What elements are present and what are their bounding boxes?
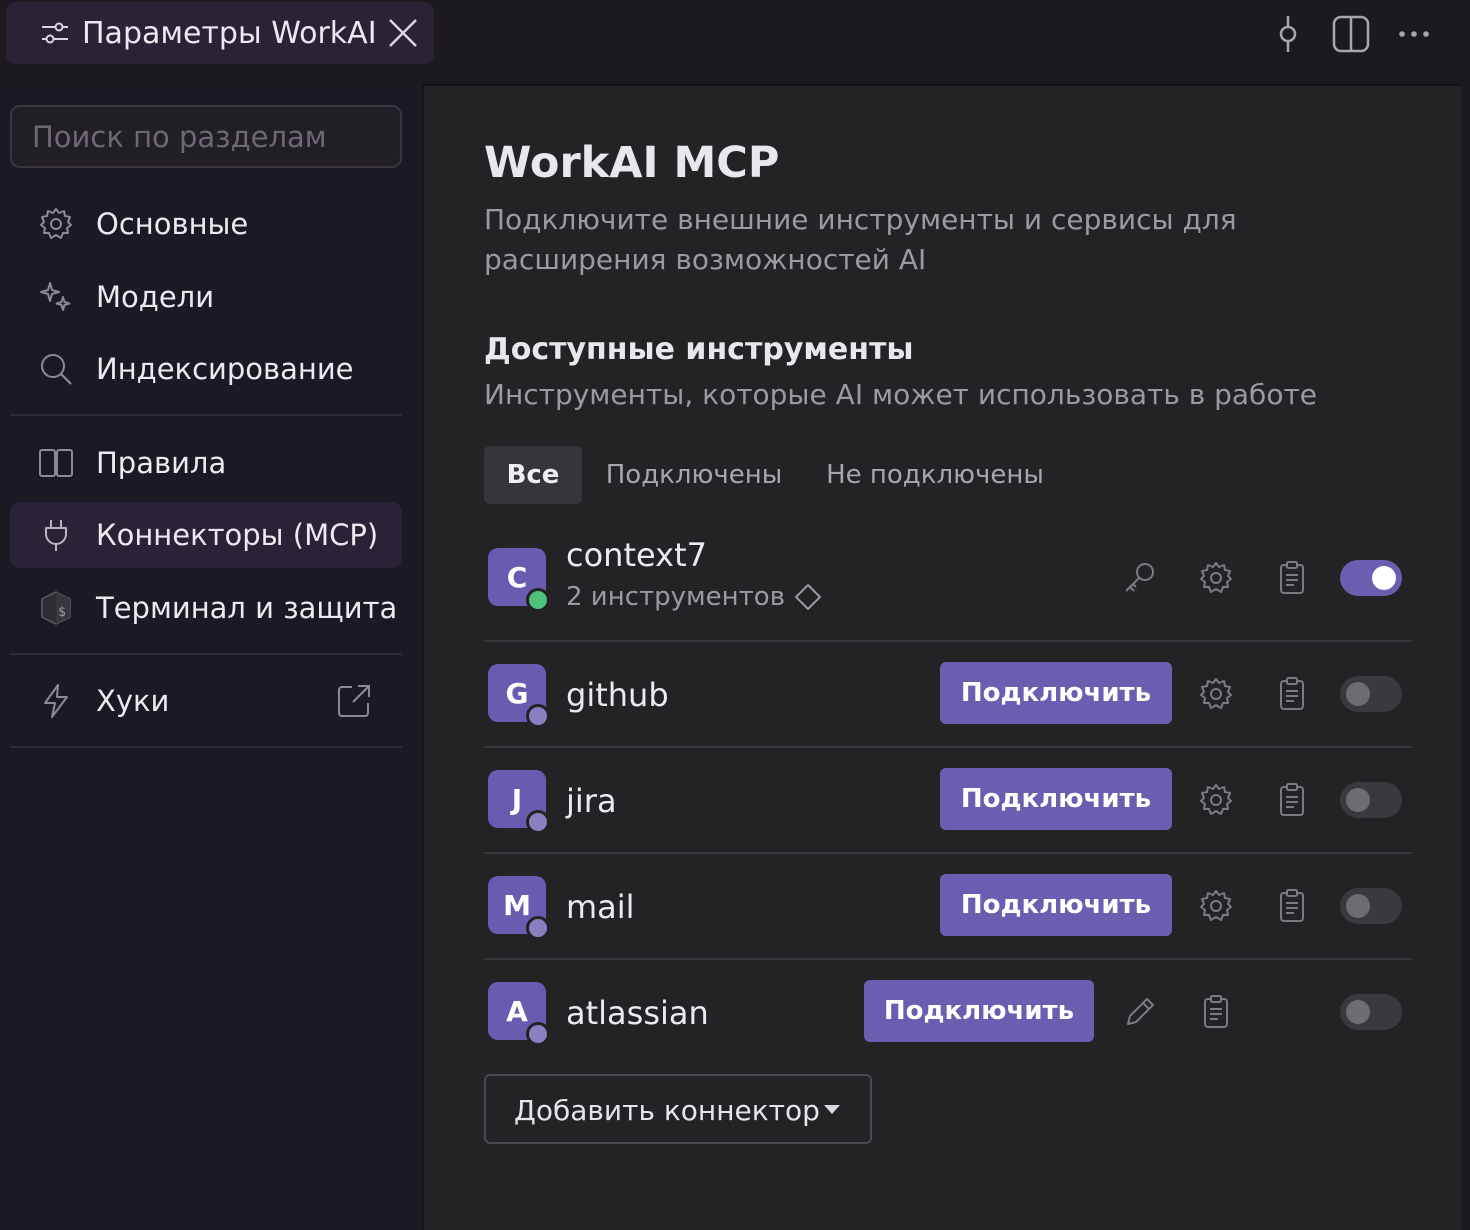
clipboard-icon[interactable]	[1272, 886, 1312, 926]
connector-row-github: G github Подключить	[484, 642, 1412, 746]
add-connector-button[interactable]: Добавить коннектор	[484, 1074, 872, 1144]
diamond-icon	[794, 583, 822, 611]
sidebar-item-connectors[interactable]: Коннекторы (MCP)	[10, 502, 402, 568]
caret-down-icon	[824, 1105, 840, 1114]
commit-icon[interactable]	[1268, 14, 1308, 54]
shield-terminal-icon: $	[41, 591, 71, 625]
sidebar-divider	[10, 746, 402, 748]
filter-tab-connected[interactable]: Подключены	[596, 446, 792, 504]
connector-row-context7: C context7 2 инструментов	[484, 532, 1412, 640]
gear-icon[interactable]	[1196, 780, 1236, 820]
enable-toggle[interactable]	[1340, 994, 1402, 1030]
gear-icon	[40, 208, 72, 239]
sidebar-item-label: Модели	[96, 280, 215, 314]
sidebar-item-rules[interactable]: Правила	[10, 430, 402, 496]
sidebar-item-terminal[interactable]: $ Терминал и защита	[10, 575, 402, 641]
lightning-icon	[44, 684, 68, 718]
enable-toggle[interactable]	[1340, 560, 1402, 596]
search-icon	[41, 354, 72, 385]
status-dot-connected	[526, 588, 550, 612]
sidebar-item-label: Терминал и защита	[96, 591, 398, 625]
connector-name: jira	[566, 782, 617, 820]
gear-icon[interactable]	[1196, 886, 1236, 926]
section-description: Инструменты, которые AI может использова…	[484, 378, 1317, 411]
settings-tab[interactable]: Параметры WorkAI	[6, 2, 434, 64]
connector-name: context7	[566, 536, 707, 574]
book-icon	[39, 449, 73, 477]
connector-tool-count: 2 инструментов	[566, 582, 786, 612]
gear-icon[interactable]	[1196, 674, 1236, 714]
enable-toggle[interactable]	[1340, 782, 1402, 818]
pencil-icon[interactable]	[1120, 992, 1160, 1032]
sidebar-item-indexing[interactable]: Индексирование	[10, 336, 402, 402]
sidebar-divider	[10, 653, 402, 655]
connect-button[interactable]: Подключить	[864, 980, 1094, 1042]
status-dot-disconnected	[526, 1022, 550, 1046]
sidebar-item-hooks[interactable]: Хуки	[10, 668, 402, 734]
connect-button[interactable]: Подключить	[940, 874, 1172, 936]
sidebar-item-label: Коннекторы (MCP)	[96, 518, 379, 552]
status-dot-disconnected	[526, 916, 550, 940]
more-icon[interactable]	[1394, 14, 1434, 54]
status-dot-disconnected	[526, 810, 550, 834]
sidebar-divider	[10, 414, 402, 416]
status-dot-disconnected	[526, 704, 550, 728]
connector-row-jira: J jira Подключить	[484, 748, 1412, 852]
clipboard-icon[interactable]	[1272, 558, 1312, 598]
connector-name: mail	[566, 888, 635, 926]
connector-row-atlassian: A atlassian Подключить	[484, 960, 1412, 1064]
section-title: Доступные инструменты	[484, 332, 914, 367]
enable-toggle[interactable]	[1340, 888, 1402, 924]
add-connector-label: Добавить коннектор	[514, 1094, 820, 1127]
sidebar-item-label: Правила	[96, 446, 227, 480]
enable-toggle[interactable]	[1340, 676, 1402, 712]
page-title: WorkAI MCP	[484, 138, 780, 188]
main-panel: WorkAI MCP Подключите внешние инструмент…	[422, 84, 1462, 1230]
gear-icon[interactable]	[1196, 558, 1236, 598]
sidebar: Основные Модели Индексирование Правила К…	[0, 84, 422, 1230]
clipboard-icon[interactable]	[1196, 992, 1236, 1032]
sidebar-item-label: Хуки	[96, 684, 170, 718]
sidebar-item-models[interactable]: Модели	[10, 264, 402, 330]
close-icon[interactable]	[386, 16, 420, 50]
sidebar-item-label: Основные	[96, 207, 249, 241]
sidebar-item-label: Индексирование	[96, 352, 354, 386]
sliders-icon	[42, 22, 68, 44]
split-view-icon[interactable]	[1331, 14, 1371, 54]
connector-name: atlassian	[566, 994, 709, 1032]
filter-tab-not-connected[interactable]: Не подключены	[816, 446, 1054, 504]
sparkles-icon	[40, 282, 71, 311]
connect-button[interactable]: Подключить	[940, 662, 1172, 724]
filter-tab-all[interactable]: Все	[484, 446, 582, 504]
key-icon[interactable]	[1120, 558, 1160, 598]
clipboard-icon[interactable]	[1272, 674, 1312, 714]
connector-name: github	[566, 676, 669, 714]
external-link-icon	[338, 685, 370, 717]
search-input[interactable]	[10, 105, 402, 168]
title-bar: Параметры WorkAI	[0, 0, 1470, 84]
clipboard-icon[interactable]	[1272, 780, 1312, 820]
plug-icon	[45, 520, 67, 551]
page-description: Подключите внешние инструменты и сервисы…	[484, 203, 1237, 276]
svg-text:$: $	[58, 605, 66, 620]
sidebar-item-general[interactable]: Основные	[10, 191, 402, 257]
connect-button[interactable]: Подключить	[940, 768, 1172, 830]
connector-row-mail: M mail Подключить	[484, 854, 1412, 958]
tab-title: Параметры WorkAI	[82, 16, 377, 51]
